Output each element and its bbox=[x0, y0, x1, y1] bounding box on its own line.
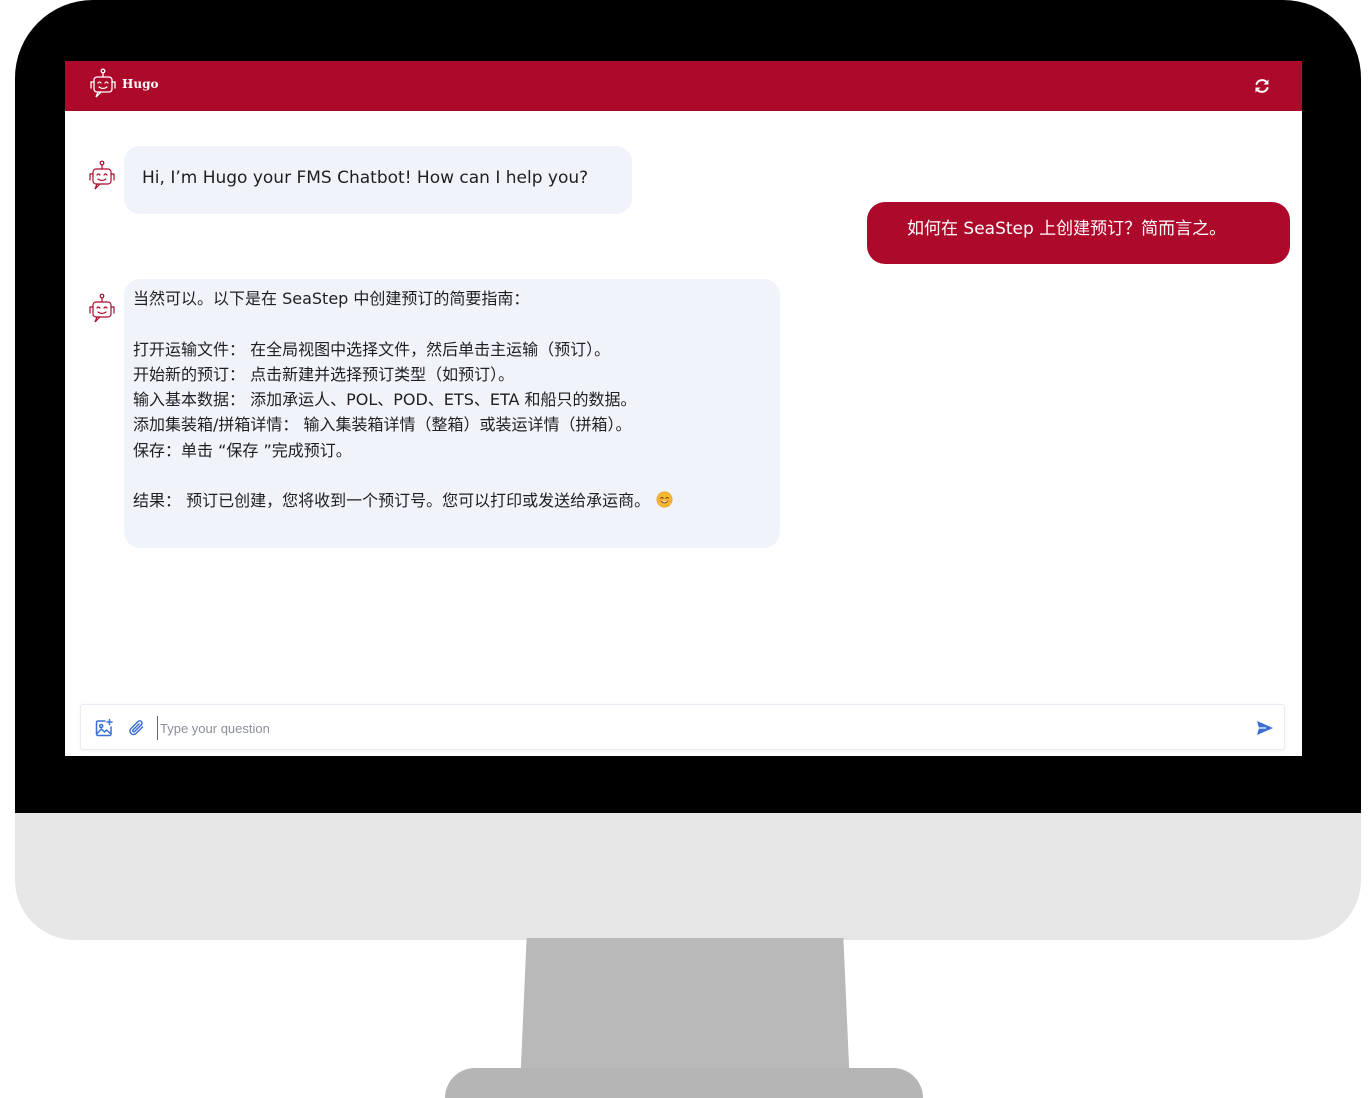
chat-title: Hugo bbox=[122, 77, 159, 91]
bot-message-text: Hi, I’m Hugo your FMS Chatbot! How can I… bbox=[142, 168, 589, 188]
monitor-stand-neck bbox=[520, 938, 850, 1088]
bot-message-bubble: Hi, I’m Hugo your FMS Chatbot! How can I… bbox=[124, 146, 632, 214]
image-add-icon[interactable] bbox=[94, 718, 114, 738]
smiling-face-emoji-icon bbox=[656, 491, 673, 508]
message-line: 保存：单击 “保存 ”完成预订。 bbox=[133, 440, 352, 460]
robot-icon bbox=[89, 293, 115, 323]
message-line: 添加集装箱/拼箱详情： 输入集装箱详情（整箱）或装运详情（拼箱）。 bbox=[133, 415, 632, 435]
user-message-bubble: 如何在 SeaStep 上创建预订？简而言之。 bbox=[867, 202, 1290, 264]
message-composer bbox=[80, 704, 1285, 750]
send-icon[interactable] bbox=[1256, 720, 1274, 736]
bot-message-bubble: 当然可以。以下是在 SeaStep 中创建预订的简要指南： 打开运输文件： 在全… bbox=[124, 279, 780, 548]
refresh-icon[interactable] bbox=[1252, 76, 1272, 96]
chat-header: Hugo bbox=[65, 61, 1302, 111]
message-line: 开始新的预订： 点击新建并选择预订类型（如预订）。 bbox=[133, 364, 515, 384]
message-line-result: 结果： 预订已创建，您将收到一个预订号。您可以打印或发送给承运商。 bbox=[133, 488, 780, 513]
message-line: 当然可以。以下是在 SeaStep 中创建预订的简要指南： bbox=[133, 289, 530, 308]
message-line: 输入基本数据： 添加承运人、POL、POD、ETS、ETA 和船只的数据。 bbox=[133, 390, 637, 410]
message-line: 打开运输文件： 在全局视图中选择文件，然后单击主运输（预订）。 bbox=[133, 339, 611, 359]
question-input[interactable] bbox=[157, 716, 1240, 740]
robot-icon bbox=[89, 160, 115, 190]
paperclip-icon[interactable] bbox=[127, 718, 147, 738]
robot-icon bbox=[90, 68, 116, 98]
user-message-text: 如何在 SeaStep 上创建预订？简而言之。 bbox=[907, 219, 1227, 239]
chat-window: Hugo Hi, I’m Hugo your FMS Chatbot! How … bbox=[65, 61, 1302, 756]
monitor-stand-base bbox=[445, 1068, 923, 1098]
result-text: 结果： 预订已创建，您将收到一个预订号。您可以打印或发送给承运商。 bbox=[133, 491, 651, 511]
